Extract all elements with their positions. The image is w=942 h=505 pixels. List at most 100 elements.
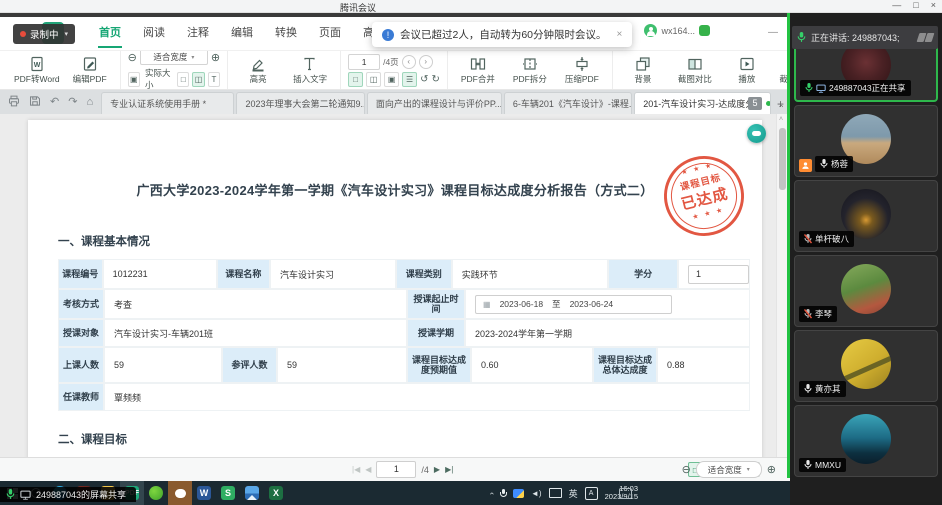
prev-page-icon[interactable]: ◀: [365, 465, 371, 474]
zoom-out-icon[interactable]: ⊖: [128, 51, 137, 64]
s-app-icon: S: [221, 486, 235, 500]
vertical-scrollbar[interactable]: ˄: [776, 114, 787, 457]
save-icon[interactable]: [29, 95, 41, 110]
menu-tab-edit[interactable]: 编辑: [220, 17, 264, 50]
collapse-tabs-icon[interactable]: ›: [776, 105, 786, 108]
assistant-floating-icon[interactable]: [747, 124, 766, 143]
zoom-out-icon[interactable]: ⊖: [682, 463, 691, 476]
assessment-label: 考核方式: [58, 289, 104, 319]
taskbar-excel-button[interactable]: X: [264, 481, 288, 505]
close-button[interactable]: ×: [931, 0, 936, 10]
taskbar-word-button[interactable]: W: [192, 481, 216, 505]
participant-tile[interactable]: 黄亦其: [794, 330, 938, 402]
mic-icon: [805, 83, 813, 93]
menu-tab-read[interactable]: 阅读: [132, 17, 176, 50]
highlight-button[interactable]: 高亮: [232, 52, 284, 88]
participant-tile[interactable]: 李琴: [794, 255, 938, 327]
taskbar-s-app-button[interactable]: S: [216, 481, 240, 505]
tray-ime-icon[interactable]: A: [585, 487, 598, 500]
fit-width-icon[interactable]: ◫: [192, 72, 204, 87]
doc-tab-1-label: 专业认证系统使用手册 *: [110, 97, 206, 110]
first-page-icon[interactable]: |◀: [352, 465, 360, 474]
scrollbar-thumb[interactable]: [779, 128, 786, 190]
avatar: [841, 414, 891, 464]
rotate-left-icon[interactable]: ↺: [420, 74, 428, 85]
doc-tab-3[interactable]: 面向产出的课程设计与评价PP...: [367, 92, 502, 114]
table-row: 课程编号 1012231 课程名称 汽车设计实习 课程类别 实践环节 学分 1: [58, 259, 750, 289]
tray-speaker-icon[interactable]: ◄): [531, 489, 542, 498]
pdf-merge-button[interactable]: PDF合并: [452, 52, 504, 88]
next-page-icon[interactable]: ▶: [434, 465, 440, 474]
menu-tab-annotate[interactable]: 注释: [176, 17, 220, 50]
doc-tab-1[interactable]: 专业认证系统使用手册 *: [101, 92, 234, 114]
rotate-right-icon[interactable]: ↻: [431, 74, 439, 85]
tray-mic-icon[interactable]: [500, 489, 506, 498]
statusbar-zoom-value: 适合宽度: [708, 464, 742, 476]
quad-page-view-icon[interactable]: ▣: [384, 72, 399, 87]
mic-icon: [820, 159, 828, 169]
insert-text-button[interactable]: 插入文字: [284, 52, 336, 88]
pdf-page: 广西大学2023-2024学年第一学期《汽车设计实习》课程目标达成度分析报告（方…: [28, 120, 762, 457]
recording-indicator[interactable]: 录制中 ▾: [13, 24, 75, 44]
fit-page-icon[interactable]: □: [177, 72, 189, 87]
text-mode-icon[interactable]: T: [208, 72, 220, 87]
tray-display-icon[interactable]: [549, 488, 562, 498]
play-button[interactable]: 播放: [721, 52, 773, 88]
single-page-view-icon[interactable]: □: [348, 72, 363, 87]
participant-tile[interactable]: MMXU: [794, 405, 938, 477]
background-button[interactable]: 背景: [617, 52, 669, 88]
minimize-button[interactable]: —: [892, 0, 901, 10]
semester-value: 2023-2024学年第一学期: [465, 319, 750, 347]
tray-language-indicator[interactable]: 英: [569, 487, 578, 500]
pdf-split-label: PDF拆分: [513, 73, 547, 85]
taskbar-browser360-button[interactable]: [144, 481, 168, 505]
assessment-value: 考查: [104, 289, 407, 319]
participant-tile[interactable]: 杨蓉: [794, 105, 938, 177]
zoom-in-icon[interactable]: ⊕: [211, 51, 220, 64]
next-page-icon[interactable]: ›: [419, 55, 433, 69]
toast-close-icon[interactable]: ×: [617, 29, 623, 40]
zoom-in-icon[interactable]: ⊕: [767, 463, 776, 476]
tray-expand-icon[interactable]: ›: [487, 492, 496, 495]
doc-tab-4[interactable]: 6-车辆201《汽车设计》-课程...: [504, 92, 632, 114]
taskbar-gallery-button[interactable]: [240, 481, 264, 505]
undo-icon[interactable]: ↶: [50, 97, 59, 108]
credits-input[interactable]: 1: [688, 265, 749, 284]
taskbar-wechat-button[interactable]: [168, 481, 192, 505]
screenshot-compare-button[interactable]: 截图对比: [669, 52, 721, 88]
double-page-view-icon[interactable]: ◫: [366, 72, 381, 87]
redo-icon[interactable]: ↷: [68, 97, 77, 108]
action-center-icon[interactable]: [619, 488, 632, 499]
statusbar-page-input[interactable]: 1: [376, 461, 416, 478]
doc-tab-2[interactable]: 2023年理事大会第二轮通知9...: [236, 92, 364, 114]
pdf-split-button[interactable]: PDF拆分: [504, 52, 556, 88]
prev-page-icon[interactable]: ‹: [402, 55, 416, 69]
split-icon: [522, 55, 538, 72]
maximize-button[interactable]: □: [913, 0, 918, 10]
pdf-to-word-button[interactable]: W PDF转Word: [10, 52, 64, 88]
continuous-view-icon[interactable]: ☰: [402, 72, 417, 87]
statusbar-zoom-dropdown[interactable]: 适合宽度▾: [696, 461, 762, 478]
participant-name: 249887043正在共享: [829, 82, 906, 94]
menu-tab-convert[interactable]: 转换: [264, 17, 308, 50]
tab-count-badge[interactable]: 5: [748, 97, 762, 110]
participant-tile[interactable]: 单杆破八: [794, 180, 938, 252]
actual-size-icon[interactable]: ▣: [128, 72, 140, 87]
tray-cloud-icon[interactable]: [513, 489, 524, 498]
page-number-input[interactable]: 1: [348, 54, 380, 70]
menu-tab-home[interactable]: 首页: [88, 17, 132, 50]
print-icon[interactable]: [8, 95, 20, 110]
edit-pdf-button[interactable]: 编辑PDF: [64, 52, 116, 88]
home-icon[interactable]: ⌂: [86, 97, 93, 108]
last-page-icon[interactable]: ▶|: [445, 465, 453, 474]
compress-pdf-button[interactable]: 压缩PDF: [556, 52, 608, 88]
zoom-mode-dropdown[interactable]: 适合宽度▾: [140, 49, 208, 65]
account-area[interactable]: wx164...: [644, 24, 710, 37]
mountain-photo-icon: [245, 486, 259, 500]
app-minimize-icon[interactable]: —: [768, 27, 778, 38]
period-date-input[interactable]: ▦ 2023-06-18 至 2023-06-24: [475, 295, 672, 314]
menu-tab-page[interactable]: 页面: [308, 17, 352, 50]
unsaved-dot-icon: [766, 101, 771, 106]
mic-icon: [804, 460, 812, 470]
scroll-up-icon[interactable]: ˄: [779, 116, 783, 123]
